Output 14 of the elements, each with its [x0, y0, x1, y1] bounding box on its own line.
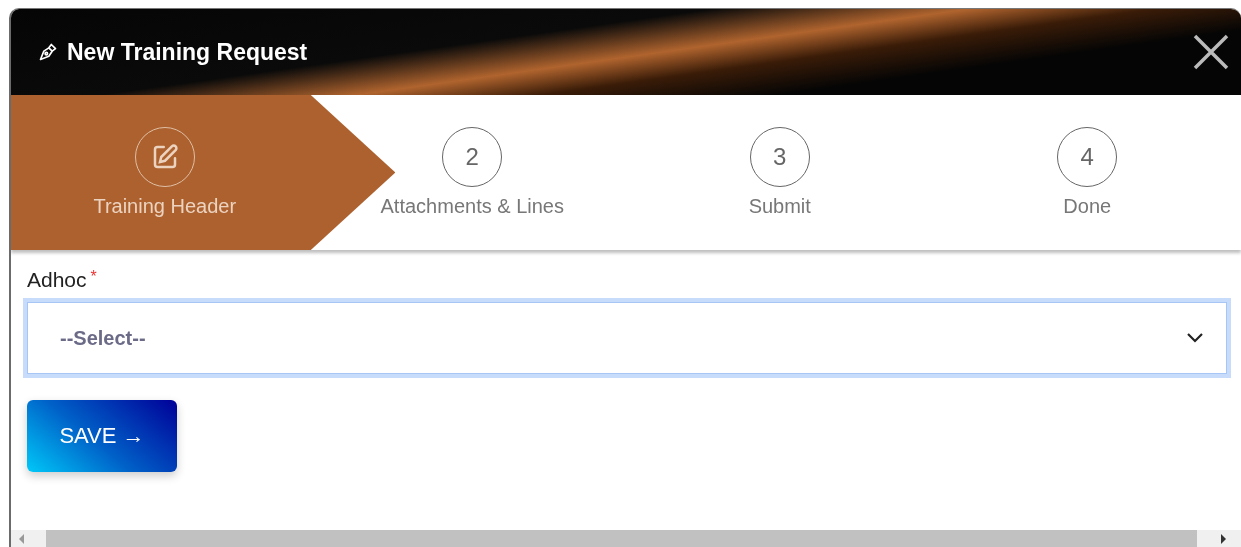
save-button[interactable]: SAVE →: [27, 400, 177, 472]
step-tab[interactable]: 3 Submit: [626, 95, 934, 250]
required-mark: *: [90, 268, 97, 286]
window-title: New Training Request: [67, 38, 308, 66]
field-label: Adhoc: [27, 268, 87, 292]
close-icon[interactable]: [1193, 34, 1229, 70]
pen-icon: [38, 42, 58, 62]
step-tab[interactable]: 2 Attachments & Lines: [318, 95, 626, 250]
step-number: 2: [442, 127, 503, 187]
chevron-down-icon: [1186, 332, 1204, 344]
scroll-right-icon[interactable]: [1219, 533, 1227, 544]
horizontal-scrollbar[interactable]: [11, 530, 1241, 547]
step-number: 3: [749, 127, 810, 187]
step-tab[interactable]: 4 Done: [933, 95, 1241, 250]
